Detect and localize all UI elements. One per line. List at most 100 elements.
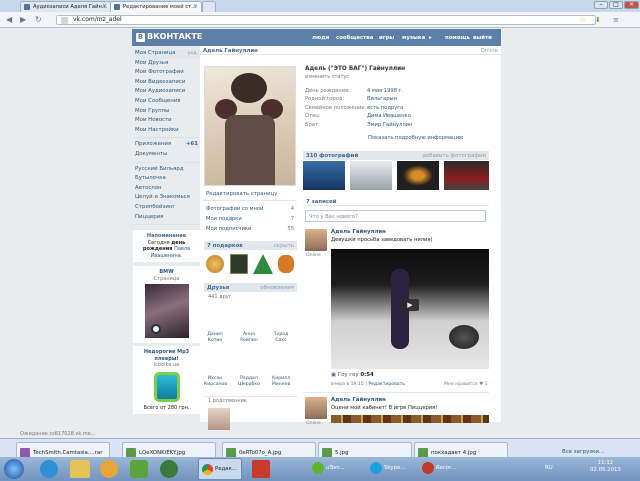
post-avatar[interactable] <box>305 397 327 419</box>
bookmark-star-icon[interactable]: ☆ <box>579 15 586 24</box>
game-billiard[interactable]: Русский Бильярд <box>133 165 200 175</box>
friend-item[interactable]: Раддел Шерабко <box>238 376 260 388</box>
photos-title[interactable]: 310 фотографий <box>306 153 358 159</box>
forward-icon[interactable]: ▶ <box>20 15 26 24</box>
close-window-icon[interactable]: × <box>624 1 639 9</box>
gift-icon[interactable] <box>278 255 294 273</box>
menu-item-friends[interactable]: Мои Друзья <box>133 59 200 69</box>
language-indicator[interactable]: RU <box>545 465 553 471</box>
wall-count[interactable]: 7 записей <box>306 199 337 205</box>
game-bottle[interactable]: Бутылочка <box>133 174 200 184</box>
photo-thumb[interactable] <box>350 161 392 190</box>
gift-icon[interactable] <box>206 255 224 273</box>
post-edit-link[interactable]: Редактировать <box>368 382 405 387</box>
photo-thumb[interactable] <box>303 161 345 190</box>
vk-logo[interactable]: В ВКОНТАКТЕ <box>136 32 202 42</box>
edit-page-link[interactable]: Редактировать страницу <box>206 191 277 197</box>
all-downloads-link[interactable]: Все загрузки... <box>562 449 604 455</box>
gift-icon[interactable] <box>230 254 248 274</box>
post-avatar[interactable] <box>305 229 327 251</box>
app-icon[interactable] <box>160 460 178 478</box>
game-pizzeria[interactable]: Пиццерия <box>133 213 200 223</box>
menu-item-messages[interactable]: Мои Сообщения <box>133 97 200 107</box>
info-value[interactable]: Эмир Гайнуллин <box>367 122 412 128</box>
game-autoslon[interactable]: Автослон <box>133 184 200 194</box>
gifts-hide-link[interactable]: скрыть <box>274 243 294 249</box>
close-tab-icon[interactable]: × <box>193 3 198 10</box>
menu-item-documents[interactable]: Документы <box>133 150 200 160</box>
nav-music[interactable]: музыка <box>402 35 425 41</box>
add-photos-link[interactable]: добавить фотографии <box>422 153 486 159</box>
profile-photo[interactable] <box>204 66 296 186</box>
wrench-icon[interactable]: ≡ <box>613 16 619 24</box>
nav-games[interactable]: игры <box>379 35 394 41</box>
browser-tab-edit[interactable]: Редактирование моей ст… × <box>110 1 202 12</box>
nav-logout[interactable]: выйти <box>473 35 492 41</box>
ie-icon[interactable] <box>40 460 58 478</box>
taskbar-recorder[interactable]: Recor... <box>420 458 466 480</box>
change-status-link[interactable]: изменить статус <box>305 74 349 80</box>
edit-link[interactable]: ред. <box>188 49 198 59</box>
friend-item[interactable]: Кирилл Минеев <box>270 376 292 388</box>
menu-item-settings[interactable]: Мои Настройки <box>133 126 200 136</box>
info-value[interactable]: Вильгарын <box>367 96 397 102</box>
taskbar-skype[interactable]: Skype... <box>368 458 414 480</box>
ad-players[interactable]: Недорогие Mp3 плееры! icoolka.ua Всего о… <box>133 346 200 415</box>
stat-gifts[interactable]: Мои подарки 7 <box>206 214 294 224</box>
post-author[interactable]: Адель Гайнуллин <box>331 397 386 403</box>
nav-help[interactable]: помощь <box>445 35 470 41</box>
folder-icon[interactable] <box>70 460 90 478</box>
gifts-title[interactable]: 7 подарков <box>207 243 243 249</box>
photo-thumb[interactable] <box>444 161 489 190</box>
download-icon[interactable]: ⬇ <box>595 16 601 24</box>
info-value[interactable]: есть подруга <box>367 105 403 111</box>
reload-icon[interactable]: ↻ <box>35 15 42 24</box>
ad-bmw[interactable]: BMW Страница <box>133 266 200 344</box>
friend-item[interactable]: Ихсан Кирсанов <box>204 376 227 388</box>
info-value[interactable]: Дима Ивашенко <box>367 113 411 119</box>
info-value[interactable]: 4 мая 1998 г. <box>367 88 403 94</box>
game-image[interactable] <box>331 415 489 423</box>
stat-photos-with-me[interactable]: Фотографии со мной 4 <box>206 204 294 214</box>
friend-item[interactable]: Данил Котин <box>204 332 226 344</box>
maximize-icon[interactable]: □ <box>609 1 623 9</box>
menu-item-my-page[interactable]: Моя Страница ред. <box>133 49 200 59</box>
post-time[interactable]: вчера в 19:15 <box>331 382 364 387</box>
relative-avatar[interactable] <box>208 408 230 430</box>
nav-people[interactable]: люди <box>312 35 329 41</box>
friends-updates-link[interactable]: обновления <box>260 285 294 291</box>
menu-item-apps[interactable]: Приложения +61 <box>133 140 200 150</box>
post-author[interactable]: Адель Гайнуллин <box>331 229 386 235</box>
wall-post-input[interactable]: Что у Вас нового? <box>305 210 486 222</box>
url-field[interactable]: vk.com/mz_adel <box>56 15 596 25</box>
taskbar-utorrent[interactable]: uTorr... <box>310 458 356 480</box>
browser-tab-audio[interactable]: Аудиозаписи Аделя Гайн… × <box>20 1 111 12</box>
app-icon[interactable] <box>130 460 148 478</box>
video-player[interactable]: ▶ <box>331 249 489 369</box>
close-tab-icon[interactable]: × <box>102 3 107 10</box>
friend-item[interactable]: Тород Сакс <box>270 332 292 344</box>
menu-item-photos[interactable]: Мои Фотографии <box>133 68 200 78</box>
taskbar-chrome[interactable]: Редак... <box>198 458 242 480</box>
stat-subscribers[interactable]: Мои подписчики 55 <box>206 224 294 234</box>
media-player-icon[interactable] <box>100 460 118 478</box>
menu-item-groups[interactable]: Мои Группы <box>133 107 200 117</box>
play-button-icon[interactable]: ▶ <box>401 299 419 311</box>
game-kiss[interactable]: Целуй и Знакомься <box>133 193 200 203</box>
menu-item-news[interactable]: Мои Новости <box>133 116 200 126</box>
minimize-icon[interactable]: – <box>594 1 608 9</box>
nav-communities[interactable]: сообщества <box>336 35 373 41</box>
start-button-icon[interactable] <box>4 459 24 479</box>
photo-thumb[interactable] <box>397 161 439 190</box>
relatives-count[interactable]: 1 родственник <box>208 398 247 404</box>
new-tab-button[interactable] <box>202 1 216 12</box>
video-caption[interactable]: ▣ Гоу гоу 0:54 <box>331 372 374 378</box>
tree-gift-icon[interactable] <box>253 254 273 274</box>
menu-item-audio[interactable]: Мои Аудиозаписи <box>133 87 200 97</box>
play-icon[interactable]: ▸ <box>429 35 432 41</box>
filezilla-icon[interactable] <box>252 460 270 478</box>
clock[interactable]: 11:12 02.05.2013 <box>590 460 621 474</box>
game-stripboys[interactable]: Стрипбойзинг <box>133 203 200 213</box>
like-button[interactable]: Мне нравится ♥ 1 <box>444 382 488 387</box>
menu-item-videos[interactable]: Мои Видеозаписи <box>133 78 200 88</box>
